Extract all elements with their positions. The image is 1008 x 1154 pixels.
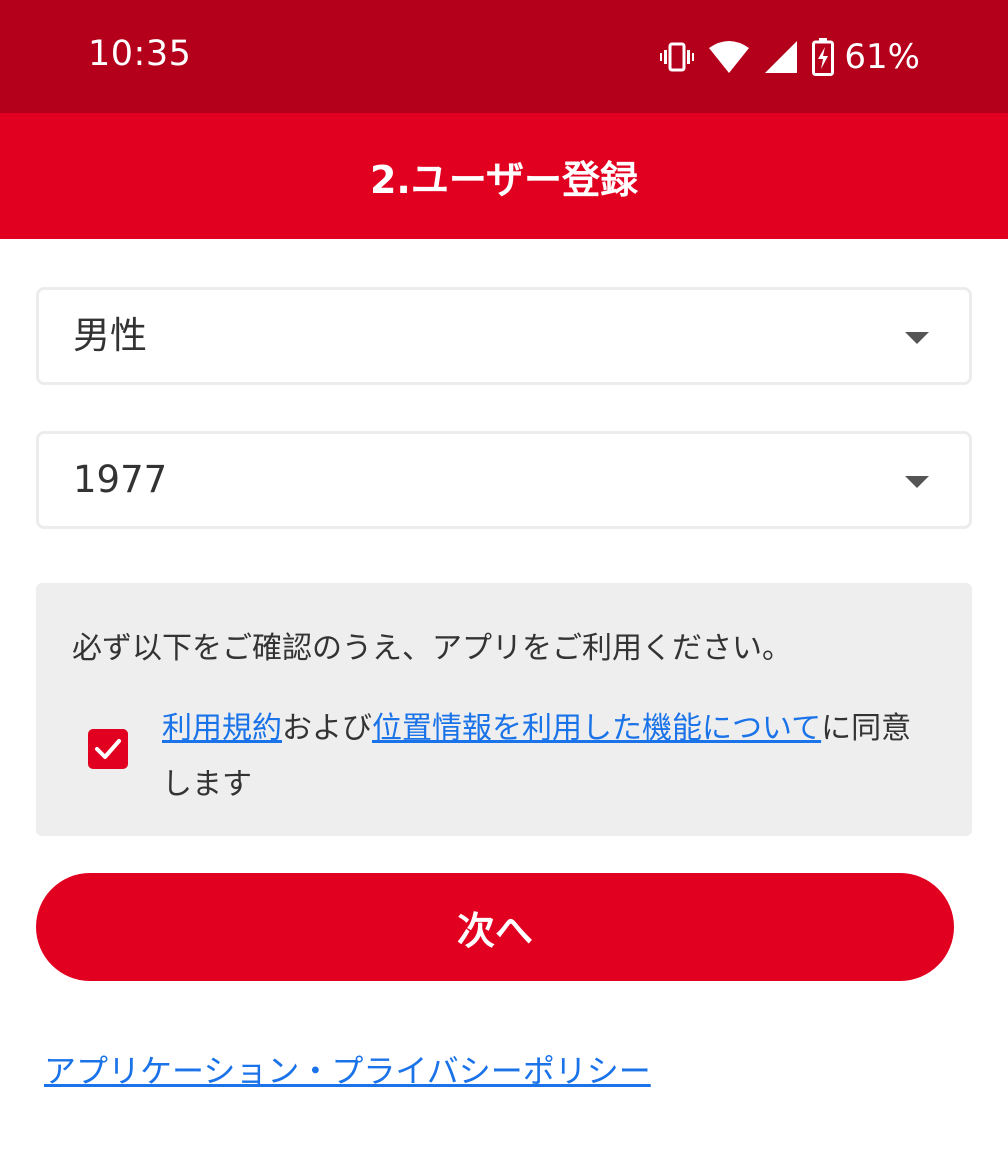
agree-conjunction: および xyxy=(282,711,372,746)
agree-checkbox[interactable] xyxy=(88,729,128,769)
status-bar: 10:35 61% xyxy=(0,0,1008,113)
agree-text: 利用規約および位置情報を利用した機能についてに同意します xyxy=(162,701,922,813)
page-title: 2.ユーザー登録 xyxy=(369,157,639,202)
vibrate-icon xyxy=(660,42,695,72)
wifi-icon xyxy=(708,40,750,74)
privacy-policy-link[interactable]: アプリケーション・プライバシーポリシー xyxy=(44,1046,651,1092)
check-icon xyxy=(95,739,121,759)
terms-link[interactable]: 利用規約 xyxy=(162,711,282,746)
notice-text: 必ず以下をご確認のうえ、アプリをご利用ください。 xyxy=(72,631,792,666)
battery-charging-icon xyxy=(812,38,835,76)
dropdown-arrow-icon xyxy=(905,476,929,488)
status-icons: 61% xyxy=(660,34,920,80)
app-bar: 2.ユーザー登録 xyxy=(0,113,1008,239)
birth-year-select-value: 1977 xyxy=(73,458,168,501)
status-time: 10:35 xyxy=(88,34,192,74)
birth-year-select[interactable]: 1977 xyxy=(36,431,972,529)
gender-select-value: 男性 xyxy=(73,314,147,357)
dropdown-arrow-icon xyxy=(905,332,929,344)
notice-box: 必ず以下をご確認のうえ、アプリをご利用ください。 利用規約および位置情報を利用し… xyxy=(36,583,972,836)
signal-icon xyxy=(764,40,798,74)
battery-percent: 61% xyxy=(844,37,920,77)
gender-select[interactable]: 男性 xyxy=(36,287,972,385)
location-feature-link[interactable]: 位置情報を利用した機能について xyxy=(372,711,821,746)
next-button[interactable]: 次へ xyxy=(36,873,954,981)
